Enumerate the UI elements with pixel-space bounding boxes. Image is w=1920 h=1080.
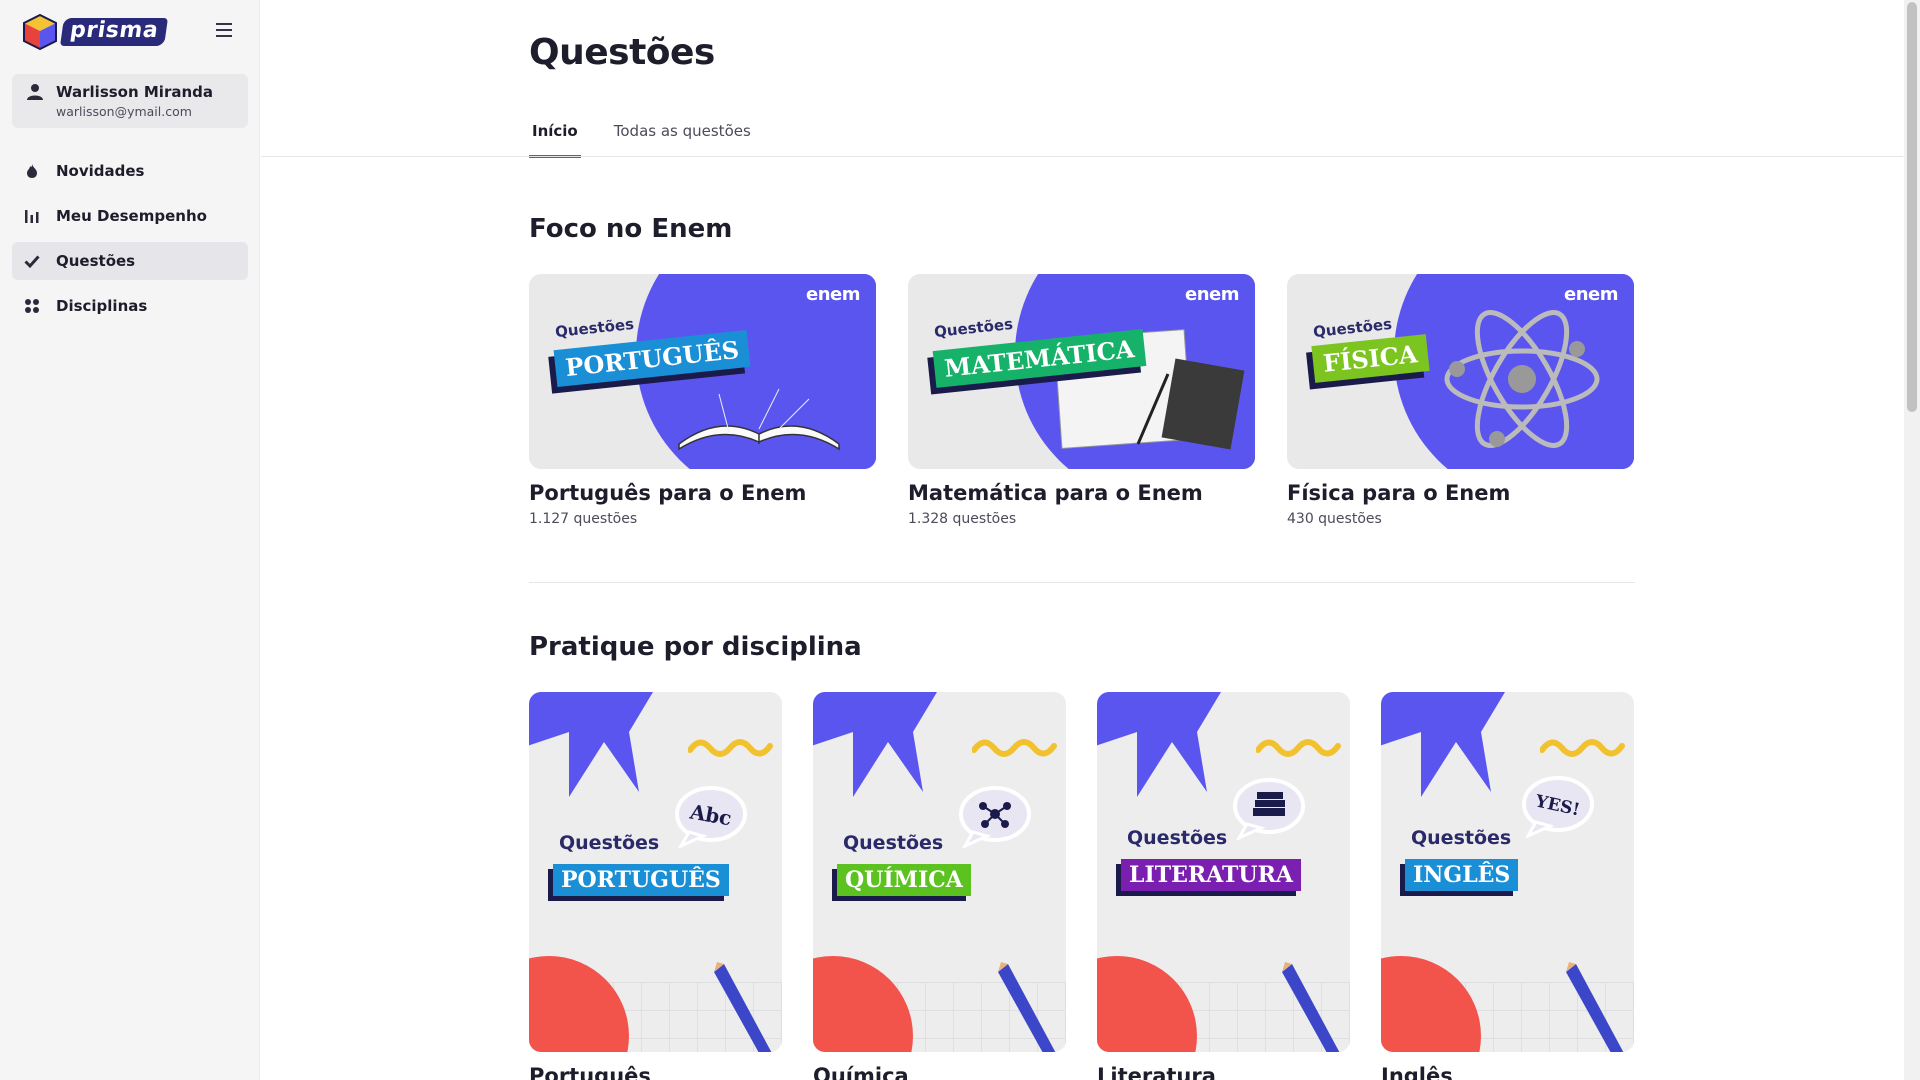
section-divider [529, 582, 1635, 583]
discipline-card-banner: Questões QUÍMICA [813, 692, 1066, 1052]
enem-card-title: Matemática para o Enem [908, 481, 1203, 505]
section-title-enem: Foco no Enem [529, 214, 733, 244]
enem-card-count: 1.127 questões [529, 511, 638, 527]
sidebar: prisma Warlisson Miranda warlisson@ymail… [0, 0, 260, 1080]
enem-card-banner: enem Questões PORTUGUÊS [529, 274, 876, 469]
banner-label: Questões [554, 314, 635, 342]
section-title-disciplinas: Pratique por disciplina [529, 632, 862, 662]
enem-card-matematica[interactable]: enem Questões MATEMÁTICA Matemática para… [908, 274, 1255, 527]
tab-todas-as-questoes[interactable]: Todas as questões [611, 112, 754, 158]
banner-tag: INGLÊS [1405, 859, 1519, 891]
banner-label: Questões [933, 314, 1014, 342]
enem-card-banner: enem Questões FÍSICA [1287, 274, 1634, 469]
speech-bubble-icon: Abc [675, 786, 747, 848]
speech-bubble-icon: YES! [1522, 776, 1594, 838]
prisma-cube-icon [23, 13, 57, 51]
discipline-card-literatura[interactable]: Questões LITERATURA Literatura [1097, 692, 1350, 1080]
banner-tag: LITERATURA [1121, 859, 1301, 891]
enem-card-title: Física para o Enem [1287, 481, 1511, 505]
check-icon [24, 255, 40, 269]
discipline-card-banner: Questões LITERATURA [1097, 692, 1350, 1052]
banner-label: Questões [1411, 827, 1512, 849]
scrollbar-thumb[interactable] [1907, 2, 1917, 412]
pencil-icon [1566, 962, 1624, 1052]
wave-squiggle-icon [972, 739, 1057, 757]
sidebar-item-label: Disciplinas [56, 297, 148, 315]
enem-card-portugues[interactable]: enem Questões PORTUGUÊS Português para o… [529, 274, 876, 527]
user-card[interactable]: Warlisson Miranda warlisson@ymail.com [12, 74, 248, 128]
enem-logo: enem [806, 284, 861, 305]
sidebar-item-label: Novidades [56, 162, 145, 180]
books-bubble-icon [1233, 778, 1305, 840]
brand-logo[interactable]: prisma [22, 12, 168, 52]
user-name: Warlisson Miranda [56, 83, 214, 101]
discipline-card-title: Inglês [1381, 1064, 1453, 1080]
main-content: Questões Início Todas as questões Foco n… [261, 0, 1920, 1080]
vertical-scrollbar[interactable] [1904, 0, 1920, 1080]
app-root: prisma Warlisson Miranda warlisson@ymail… [0, 0, 1920, 1080]
pencil-icon [714, 962, 772, 1052]
sidebar-item-disciplinas[interactable]: Disciplinas [12, 287, 248, 325]
star-shape-icon [1381, 692, 1505, 797]
molecule-bubble-icon [959, 786, 1031, 848]
notebook-calculator-icon [1053, 329, 1245, 450]
sidebar-item-questoes[interactable]: Questões [12, 242, 248, 280]
banner-tag: QUÍMICA [837, 864, 971, 896]
flame-icon [27, 164, 37, 178]
star-shape-icon [529, 692, 653, 797]
discipline-card-title: Português [529, 1064, 651, 1080]
discipline-card-ingles[interactable]: YES! Questões INGLÊS Inglês [1381, 692, 1634, 1080]
banner-label: Questões [1312, 314, 1393, 342]
sidebar-nav: Novidades Meu Desempenho Questões Discip… [12, 152, 248, 332]
wave-squiggle-icon [688, 739, 773, 757]
page-title: Questões [529, 32, 715, 73]
discipline-card-title: Química [813, 1064, 909, 1080]
tab-inicio[interactable]: Início [529, 112, 581, 158]
star-shape-icon [813, 692, 937, 797]
enem-card-count: 1.328 questões [908, 511, 1017, 527]
open-book-icon [678, 388, 840, 451]
discipline-card-banner: YES! Questões INGLÊS [1381, 692, 1634, 1052]
enem-card-count: 430 questões [1287, 511, 1382, 527]
sidebar-item-label: Questões [56, 252, 136, 270]
sidebar-item-novidades[interactable]: Novidades [12, 152, 248, 190]
star-shape-icon [1097, 692, 1221, 797]
user-email: warlisson@ymail.com [56, 104, 192, 119]
bar-chart-icon [25, 210, 39, 223]
brand-name: prisma [60, 18, 168, 46]
atom-icon [1444, 310, 1600, 448]
enem-card-fisica[interactable]: enem Questões FÍSICA Física para o Enem … [1287, 274, 1634, 527]
discipline-card-banner: Abc Questões PORTUGUÊS [529, 692, 782, 1052]
user-icon [27, 84, 43, 100]
pencil-icon [1282, 962, 1340, 1052]
pencil-icon [998, 962, 1056, 1052]
banner-tag: PORTUGUÊS [553, 864, 729, 896]
banner-label: Questões [843, 832, 944, 854]
enem-card-banner: enem Questões MATEMÁTICA [908, 274, 1255, 469]
wave-squiggle-icon [1256, 739, 1341, 757]
grid-dots-icon [25, 299, 39, 313]
banner-label: Questões [1127, 827, 1228, 849]
sidebar-item-meu-desempenho[interactable]: Meu Desempenho [12, 197, 248, 235]
enem-card-title: Português para o Enem [529, 481, 807, 505]
wave-squiggle-icon [1540, 739, 1625, 757]
banner-label: Questões [559, 832, 660, 854]
hamburger-menu-icon[interactable] [212, 18, 236, 42]
enem-logo: enem [1185, 284, 1240, 305]
discipline-card-portugues[interactable]: Abc Questões PORTUGUÊS Português [529, 692, 782, 1080]
discipline-card-title: Literatura [1097, 1064, 1216, 1080]
sidebar-item-label: Meu Desempenho [56, 207, 207, 225]
tabs-divider [261, 156, 1903, 157]
tab-bar: Início Todas as questões [529, 112, 784, 158]
discipline-card-quimica[interactable]: Questões QUÍMICA Química [813, 692, 1066, 1080]
